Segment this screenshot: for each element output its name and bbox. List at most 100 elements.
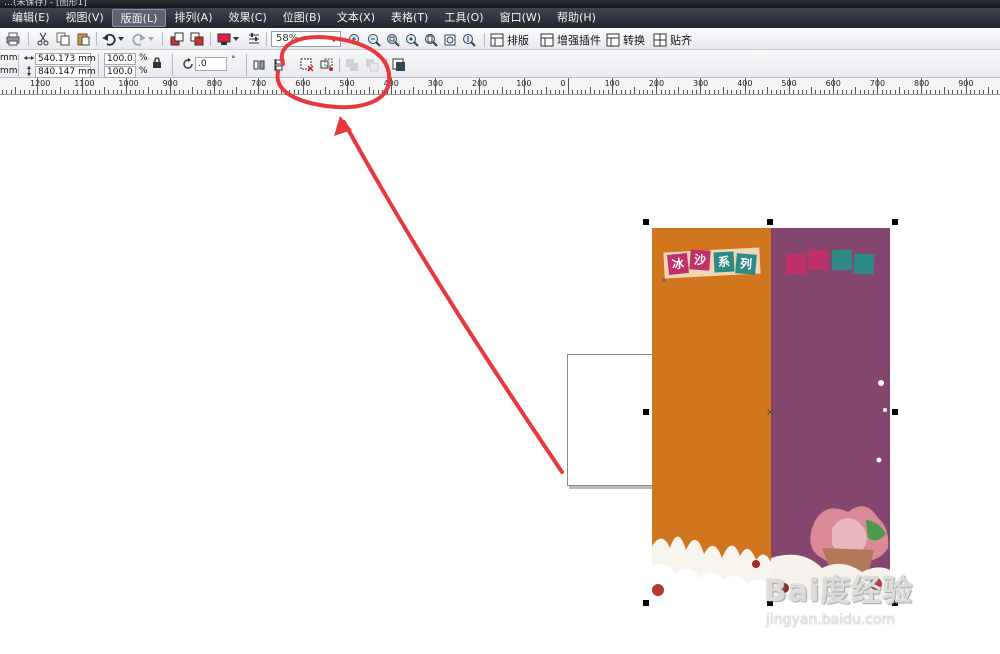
ruler-tick	[510, 90, 512, 94]
selection-handle-bottom-left[interactable]	[643, 600, 649, 606]
plugin-layout-button[interactable]: 排版	[490, 31, 529, 49]
ruler-tick	[678, 87, 680, 94]
import-button[interactable]	[168, 30, 186, 48]
ruler-tick	[894, 90, 896, 94]
zoom-width-button[interactable]	[442, 31, 458, 49]
ruler-tick	[514, 90, 516, 94]
plugin-snap-label: 贴齐	[670, 34, 692, 47]
ruler-tick	[41, 90, 43, 94]
options-button[interactable]	[245, 30, 263, 48]
ruler-tick	[214, 78, 216, 94]
zoom-all-objects-button[interactable]	[404, 31, 420, 49]
scale-y-field[interactable]: 100.0	[104, 66, 136, 78]
ruler-tick	[930, 90, 932, 94]
ruler-tick	[90, 90, 92, 94]
ruler-tick	[908, 90, 910, 94]
snap-icon	[653, 33, 667, 47]
plugin-snap-button[interactable]: 贴齐	[653, 31, 692, 49]
ruler-tick	[253, 90, 255, 94]
ruler-tick	[846, 90, 848, 94]
zoom-height-button[interactable]	[461, 31, 477, 49]
delete-virtual-segment-button[interactable]	[319, 56, 335, 74]
menu-tools[interactable]: 工具(O)	[436, 9, 491, 27]
selection-handle-top-left[interactable]	[643, 219, 649, 225]
menu-arrange[interactable]: 排列(A)	[166, 9, 220, 27]
ruler-tick	[682, 90, 684, 94]
ruler-tick	[355, 90, 357, 94]
selection-handle-left[interactable]	[643, 409, 649, 415]
ruler-tick	[86, 90, 87, 94]
zoom-page-icon	[425, 34, 438, 47]
paste-button[interactable]	[74, 30, 92, 48]
ruler-tick	[656, 78, 658, 94]
create-boundary-button[interactable]	[299, 56, 315, 74]
ruler-tick	[152, 90, 154, 94]
ruler-tick	[704, 90, 706, 94]
lock-ratio-icon[interactable]	[152, 57, 162, 69]
watermark-url: jingyan.baidu.com	[766, 612, 896, 628]
ruler-tick	[368, 87, 370, 94]
zoom-level-select[interactable]: 58%	[271, 31, 341, 47]
zoom-selected-button[interactable]	[385, 31, 401, 49]
ruler-tick	[311, 90, 313, 94]
ruler-tick	[859, 90, 861, 94]
menu-table[interactable]: 表格(T)	[383, 9, 436, 27]
object-height-field[interactable]: 840.147 mm	[35, 66, 96, 78]
cut-button[interactable]	[34, 30, 52, 48]
ruler-tick	[139, 90, 140, 94]
ruler-tick	[819, 90, 821, 94]
menu-edit[interactable]: 编辑(E)	[4, 9, 58, 27]
plugin-enhance-button[interactable]: 增强插件	[540, 31, 601, 49]
selection-handle-top-right[interactable]	[892, 219, 898, 225]
mirror-button[interactable]	[251, 56, 267, 74]
selection-handle-top[interactable]	[767, 219, 773, 225]
ruler-tick	[749, 90, 750, 94]
redo-button[interactable]	[130, 30, 156, 48]
ruler-tick	[855, 87, 857, 94]
ruler-tick	[63, 90, 65, 94]
ruler-tick	[947, 90, 949, 94]
ruler-tick	[435, 78, 437, 94]
ruler-tick	[673, 90, 675, 94]
object-width-field[interactable]: 540.173 mm	[35, 53, 96, 65]
ruler-tick	[474, 90, 476, 94]
zoom-in-button[interactable]	[347, 31, 363, 49]
scale-x-field[interactable]: 100.0	[104, 53, 136, 65]
menu-effects[interactable]: 效果(C)	[220, 9, 274, 27]
ruler-tick	[280, 87, 282, 94]
ruler-tick	[956, 90, 958, 94]
ruler-tick	[757, 90, 759, 94]
ruler-tick	[638, 90, 640, 94]
menu-view[interactable]: 视图(V)	[58, 9, 112, 27]
zoom-page-button[interactable]	[423, 31, 439, 49]
application-launcher-button[interactable]	[215, 30, 241, 48]
selection-handle-right[interactable]	[892, 409, 898, 415]
wrap-text-button[interactable]	[391, 56, 407, 74]
chevron-down-icon	[233, 37, 239, 41]
weld-button[interactable]	[344, 56, 360, 74]
scissors-icon	[37, 32, 49, 46]
copy-button[interactable]	[54, 30, 72, 48]
plugin-convert-button[interactable]: 转换	[606, 31, 645, 49]
separator	[98, 54, 99, 76]
ruler-tick	[245, 90, 247, 94]
ruler-label: 1100	[74, 79, 95, 88]
ruler-tick	[360, 90, 361, 94]
zoom-out-button[interactable]	[366, 31, 382, 49]
trim-button[interactable]	[364, 56, 380, 74]
menu-layout[interactable]: 版面(L)	[111, 9, 167, 27]
ruler-tick	[483, 90, 485, 94]
align-distribute-button[interactable]	[272, 56, 288, 74]
menu-window[interactable]: 窗口(W)	[492, 9, 549, 27]
rotation-angle-field[interactable]: .0	[195, 57, 227, 71]
menu-bitmaps[interactable]: 位图(B)	[275, 9, 329, 27]
menu-help[interactable]: 帮助(H)	[549, 9, 604, 27]
ruler-tick	[337, 90, 339, 94]
ruler-tick	[99, 90, 101, 94]
undo-button[interactable]	[100, 30, 126, 48]
horizontal-ruler[interactable]: 1200110010009008007006005004003002001000…	[0, 78, 1000, 95]
print-button[interactable]	[4, 30, 22, 48]
menu-text[interactable]: 文本(X)	[329, 9, 383, 27]
export-button[interactable]	[188, 30, 206, 48]
ruler-tick	[200, 90, 202, 94]
